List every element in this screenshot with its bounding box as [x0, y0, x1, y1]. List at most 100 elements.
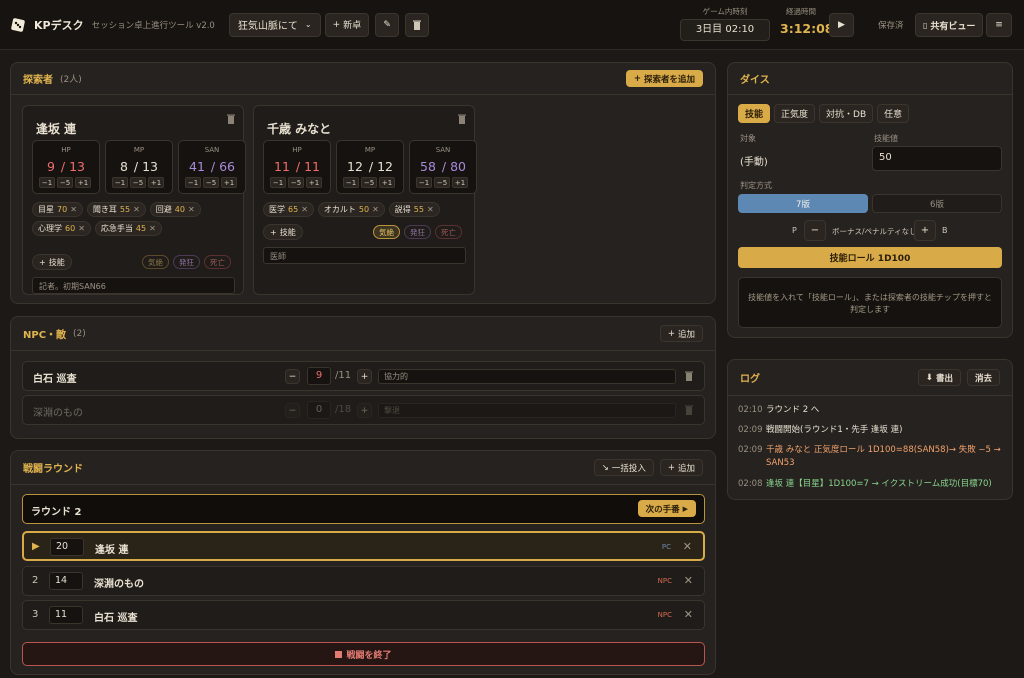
skill-chip[interactable]: 応急手当 45 ✕ — [94, 221, 162, 236]
skill-value-input[interactable]: 50 — [872, 146, 1002, 171]
app-name: KPデスク — [34, 18, 84, 32]
bulk-add-button[interactable]: ↘ 一括投入 — [593, 459, 654, 476]
plus-1-button[interactable]: +1 — [379, 177, 395, 188]
close-icon[interactable]: ✕ — [427, 205, 434, 214]
status-insane-toggle[interactable]: 発狂 — [173, 255, 200, 269]
close-icon[interactable]: ✕ — [683, 540, 692, 553]
add-skill-button[interactable]: + 技能 — [263, 224, 303, 240]
trash-icon[interactable] — [458, 114, 466, 124]
add-combatant-button[interactable]: + 追加 — [659, 459, 703, 476]
skill-chip[interactable]: オカルト 50 ✕ — [317, 202, 385, 217]
san-current[interactable]: 41 — [189, 159, 205, 174]
status-faint-toggle[interactable]: 気絶 — [373, 225, 400, 239]
new-table-button[interactable]: + 新卓 — [324, 12, 370, 37]
share-view-button[interactable]: ▯ 共有ビュー — [915, 13, 984, 37]
clear-log-button[interactable]: 消去 — [966, 369, 1000, 386]
san-current[interactable]: 58 — [420, 159, 436, 174]
npc-hp-minus-button[interactable]: − — [285, 369, 300, 384]
tab-skill[interactable]: 技能 — [738, 104, 771, 123]
combatant-type: PC — [661, 543, 671, 551]
minus-1-button[interactable]: −1 — [416, 177, 432, 188]
skill-chip[interactable]: 目星 70 ✕ — [32, 202, 83, 217]
scenario-select[interactable]: 狂気山脈にて ⌄ — [228, 12, 321, 37]
hp-current[interactable]: 9 — [47, 159, 55, 174]
minus-1-button[interactable]: −1 — [270, 177, 286, 188]
close-icon[interactable]: ✕ — [70, 205, 77, 214]
add-npc-button[interactable]: + 追加 — [659, 325, 703, 342]
end-battle-button[interactable]: 戦闘を終了 — [22, 642, 705, 666]
minus-5-button[interactable]: −5 — [361, 177, 377, 188]
status-insane-toggle[interactable]: 発狂 — [404, 225, 431, 239]
edit-button[interactable]: ✎ — [375, 12, 400, 37]
status-dead-toggle[interactable]: 死亡 — [204, 255, 231, 269]
npc-hp-plus-button[interactable]: + — [357, 369, 372, 384]
bonus-plus-button[interactable]: + — [914, 220, 936, 241]
tab-opposed-db[interactable]: 対抗・DB — [819, 104, 874, 123]
status-dead-toggle[interactable]: 死亡 — [435, 225, 462, 239]
tab-sanity[interactable]: 正気度 — [774, 104, 816, 123]
game-time-field[interactable]: 3日目 02:10 — [680, 19, 770, 41]
npc-hp-plus-button[interactable]: + — [357, 403, 372, 418]
mp-current[interactable]: 8 — [120, 159, 128, 174]
skill-chip[interactable]: 回避 40 ✕ — [149, 202, 201, 217]
skill-chip[interactable]: 心理学 60 ✕ — [32, 221, 91, 236]
status-faint-toggle[interactable]: 気絶 — [142, 255, 169, 269]
initiative-field[interactable]: 20 — [50, 538, 84, 556]
minus-5-button[interactable]: −5 — [203, 177, 219, 188]
turn-row[interactable]: 3 11 白石 巡査 NPC ✕ — [22, 600, 705, 630]
delete-table-button[interactable] — [405, 12, 430, 37]
skill-chip[interactable]: 医学 65 ✕ — [263, 202, 314, 217]
initiative-field[interactable]: 14 — [49, 572, 83, 590]
trash-icon[interactable] — [685, 371, 693, 381]
turn-row[interactable]: 2 14 深淵のもの NPC ✕ — [22, 566, 705, 596]
hp-current[interactable]: 11 — [274, 159, 290, 174]
minus-5-button[interactable]: −5 — [57, 177, 73, 188]
memo-field[interactable]: 記者。初期SAN66 — [32, 277, 235, 294]
plus-1-button[interactable]: +1 — [148, 177, 164, 188]
plus-1-button[interactable]: +1 — [306, 177, 322, 188]
method-6th-button[interactable]: 6版 — [872, 194, 1002, 213]
close-icon[interactable]: ✕ — [684, 574, 693, 587]
close-icon[interactable]: ✕ — [684, 608, 693, 621]
next-turn-button[interactable]: 次の手番 ▶ — [637, 500, 696, 517]
minus-5-button[interactable]: −5 — [288, 177, 304, 188]
minus-1-button[interactable]: −1 — [112, 177, 128, 188]
minus-5-button[interactable]: −5 — [130, 177, 146, 188]
skill-chip[interactable]: 説得 55 ✕ — [388, 202, 440, 217]
plus-1-button[interactable]: +1 — [221, 177, 237, 188]
tab-custom[interactable]: 任意 — [877, 104, 910, 123]
turn-row[interactable]: ▶ 20 逢坂 連 PC ✕ — [22, 531, 705, 561]
add-investigator-button[interactable]: + 探索者を追加 — [625, 70, 703, 87]
plus-1-button[interactable]: +1 — [75, 177, 91, 188]
minus-5-button[interactable]: −5 — [434, 177, 450, 188]
npc-hp-field[interactable]: 0 — [307, 401, 331, 419]
plus-1-button[interactable]: +1 — [452, 177, 468, 188]
skill-chip[interactable]: 聞き耳 55 ✕ — [86, 202, 146, 217]
penalty-minus-button[interactable]: − — [804, 220, 826, 241]
npc-note-field[interactable]: 協力的 — [378, 369, 676, 384]
minus-1-button[interactable]: −1 — [343, 177, 359, 188]
close-icon[interactable]: ✕ — [149, 224, 156, 233]
minus-1-button[interactable]: −1 — [39, 177, 55, 188]
close-icon[interactable]: ✕ — [133, 205, 140, 214]
timer-play-button[interactable]: ▶ — [829, 13, 854, 37]
mp-current[interactable]: 12 — [347, 159, 363, 174]
close-icon[interactable]: ✕ — [372, 205, 379, 214]
trash-icon[interactable] — [227, 114, 235, 124]
target-select[interactable]: (手動) — [740, 153, 768, 168]
memo-field[interactable]: 医師 — [263, 247, 466, 264]
npc-note-field[interactable]: 撃退 — [378, 403, 676, 418]
close-icon[interactable]: ✕ — [188, 205, 195, 214]
export-log-button[interactable]: ⬇ 書出 — [917, 369, 961, 386]
close-icon[interactable]: ✕ — [78, 224, 85, 233]
initiative-field[interactable]: 11 — [49, 606, 83, 624]
add-skill-button[interactable]: + 技能 — [32, 254, 72, 270]
skill-roll-button[interactable]: 技能ロール 1D100 — [738, 247, 1002, 268]
trash-icon[interactable] — [685, 405, 693, 415]
minus-1-button[interactable]: −1 — [185, 177, 201, 188]
close-icon[interactable]: ✕ — [301, 205, 308, 214]
menu-button[interactable]: ≡ — [986, 13, 1012, 37]
npc-hp-field[interactable]: 9 — [307, 367, 331, 385]
npc-hp-minus-button[interactable]: − — [285, 403, 300, 418]
method-7th-button[interactable]: 7版 — [738, 194, 868, 213]
